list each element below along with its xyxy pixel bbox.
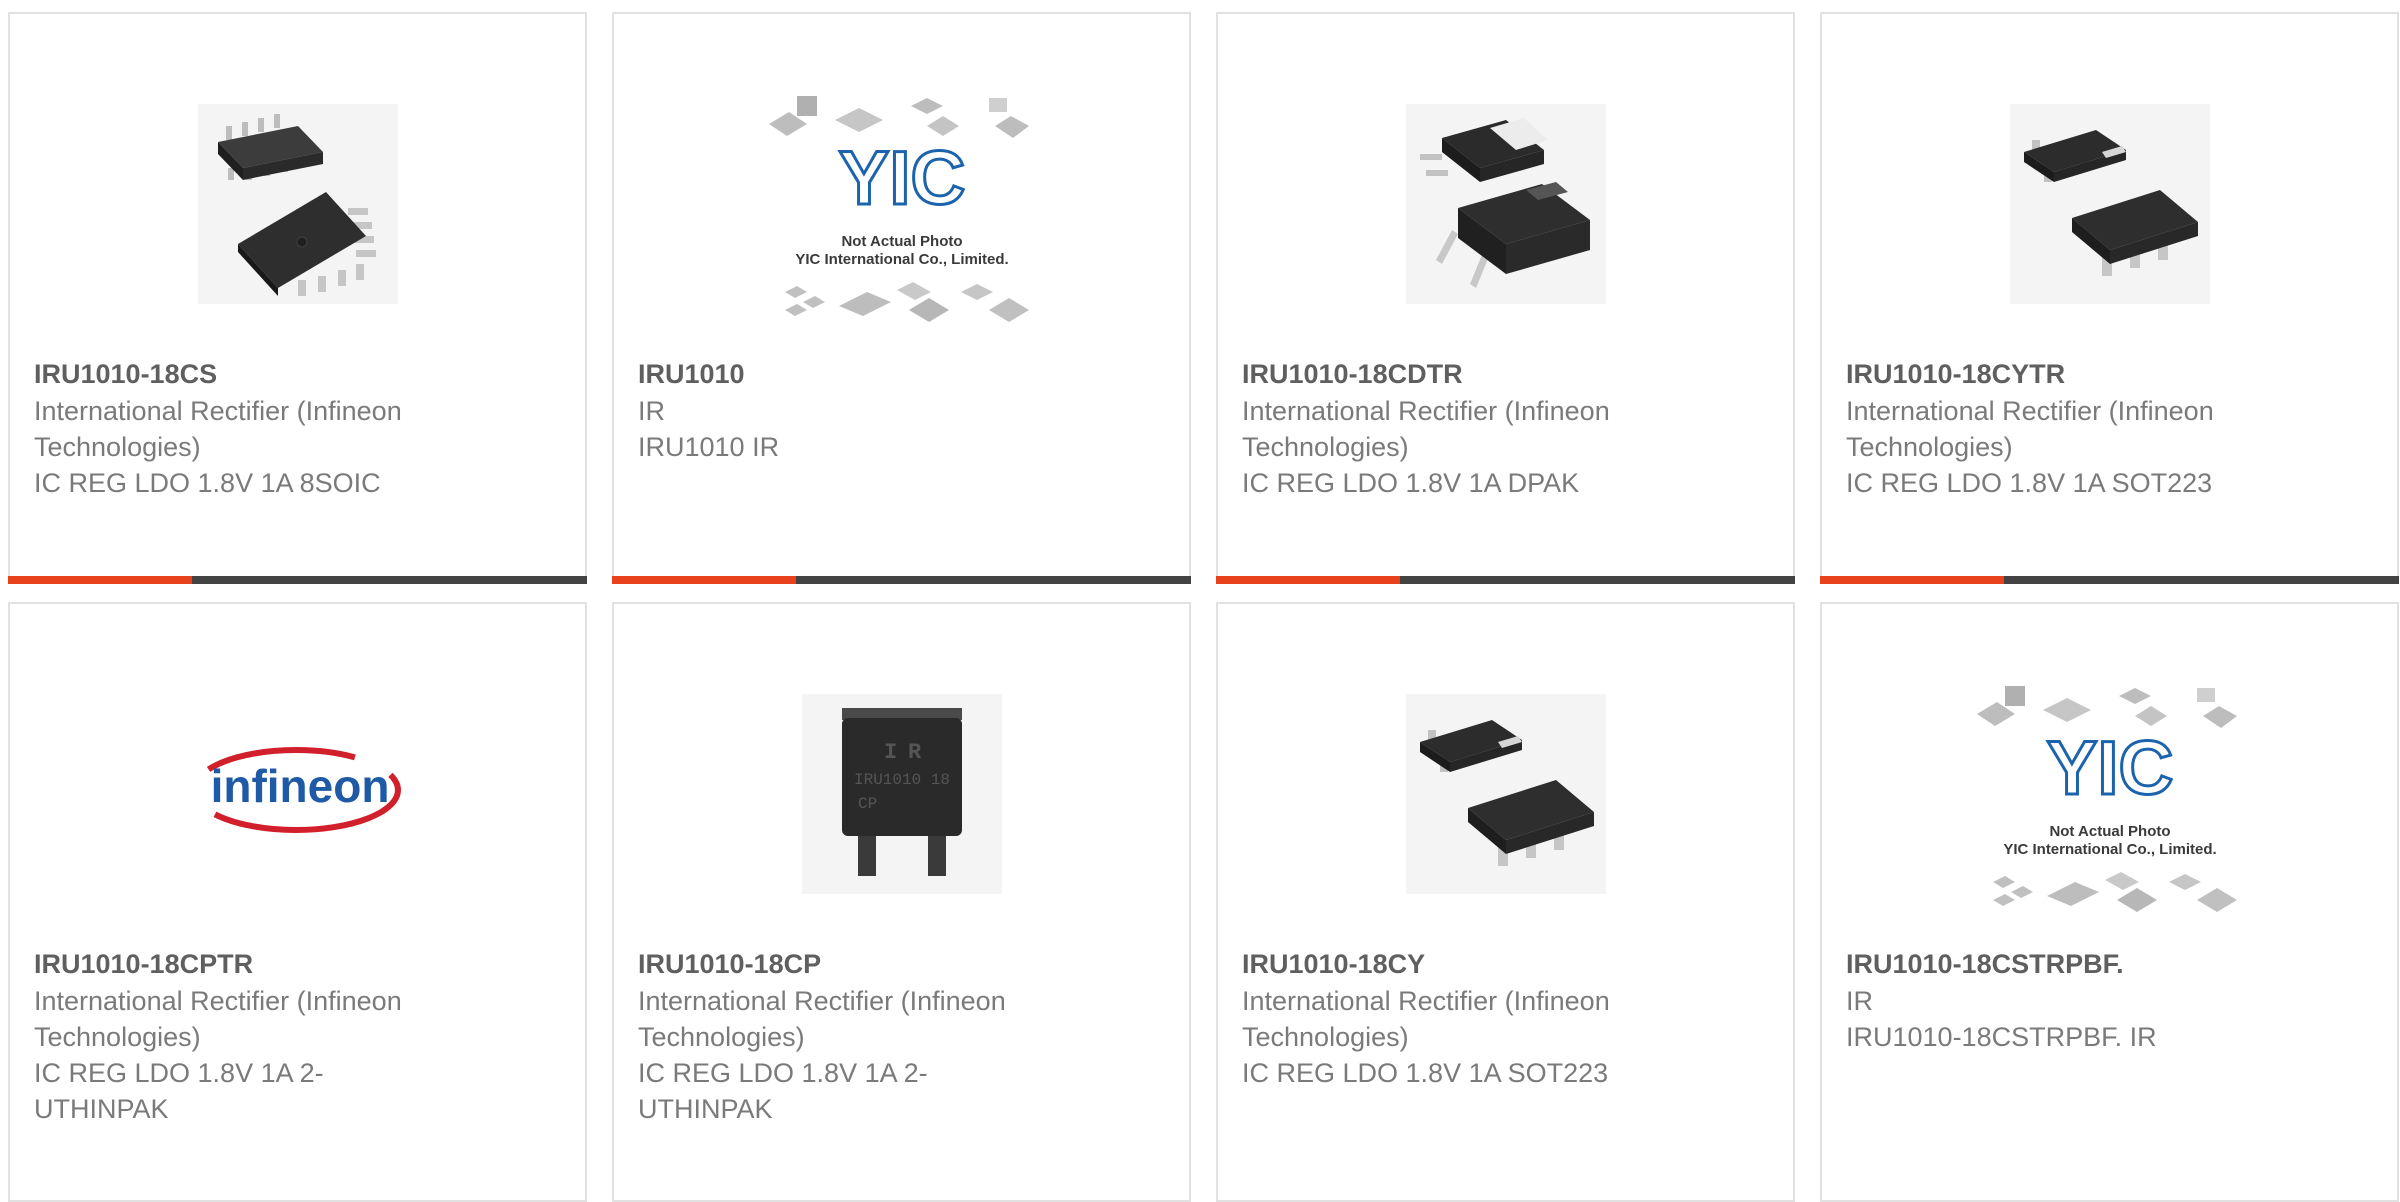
- product-image[interactable]: [10, 64, 585, 344]
- manufacturer-line-2: Technologies): [1242, 1022, 1409, 1052]
- product-image[interactable]: [1822, 64, 2397, 344]
- product-image[interactable]: I R IRU1010 18 CP: [614, 654, 1189, 934]
- product-image[interactable]: [1218, 64, 1793, 344]
- product-card[interactable]: IRU1010-18CY International Rectifier (In…: [1216, 602, 1795, 1202]
- description: IRU1010 IR: [638, 432, 780, 462]
- description: IC REG LDO 1.8V 1A 2-: [638, 1058, 928, 1088]
- product-image[interactable]: YIC Not Actual Photo YIC International C…: [614, 64, 1189, 344]
- product-card[interactable]: I R IRU1010 18 CP IRU1010-18CP Internati…: [612, 602, 1191, 1202]
- product-image[interactable]: infineon: [10, 654, 585, 934]
- part-number[interactable]: IRU1010-18CP: [638, 946, 1165, 983]
- chip-marking-i: I: [884, 740, 897, 765]
- chip-marking-r: R: [908, 740, 922, 765]
- manufacturer-line-1: International Rectifier (Infineon: [1242, 396, 1610, 426]
- infineon-logo-text: infineon: [210, 760, 389, 812]
- manufacturer-line-1: International Rectifier (Infineon: [1846, 396, 2214, 426]
- description: IC REG LDO 1.8V 1A DPAK: [1242, 468, 1580, 498]
- description-continued: UTHINPAK: [638, 1094, 773, 1124]
- not-actual-photo-caption: Not Actual Photo: [2049, 823, 2170, 840]
- card-bar: [1820, 576, 2399, 584]
- product-card[interactable]: YIC Not Actual Photo YIC International C…: [612, 12, 1191, 584]
- manufacturer-line-2: Technologies): [34, 432, 201, 462]
- part-number[interactable]: IRU1010-18CDTR: [1242, 356, 1769, 393]
- manufacturer-line-2: Technologies): [1846, 432, 2013, 462]
- card-bar-accent: [1216, 576, 1400, 584]
- yic-brand-mark: YIC: [838, 136, 965, 221]
- manufacturer-line-1: International Rectifier (Infineon: [34, 396, 402, 426]
- card-bar-accent: [8, 576, 192, 584]
- part-number[interactable]: IRU1010-18CSTRPBF.: [1846, 946, 2373, 983]
- part-number[interactable]: IRU1010-18CS: [34, 356, 561, 393]
- part-number[interactable]: IRU1010-18CPTR: [34, 946, 561, 983]
- manufacturer-line-1: International Rectifier (Infineon: [1242, 986, 1610, 1016]
- product-card[interactable]: IRU1010-18CS International Rectifier (In…: [8, 12, 587, 584]
- chip-marking-part: IRU1010 18: [853, 771, 949, 789]
- description: IC REG LDO 1.8V 1A SOT223: [1242, 1058, 1609, 1088]
- card-bar-accent: [1820, 576, 2004, 584]
- card-bar: [612, 576, 1191, 584]
- card-bar: [8, 576, 587, 584]
- product-card[interactable]: IRU1010-18CYTR International Rectifier (…: [1820, 12, 2399, 584]
- description: IRU1010-18CSTRPBF. IR: [1846, 1022, 2157, 1052]
- yic-brand-mark: YIC: [2046, 726, 2173, 811]
- manufacturer-line-1: IR: [638, 396, 665, 426]
- part-number[interactable]: IRU1010: [638, 356, 1165, 393]
- part-number[interactable]: IRU1010-18CY: [1242, 946, 1769, 983]
- manufacturer-line-1: International Rectifier (Infineon: [638, 986, 1006, 1016]
- product-image[interactable]: YIC Not Actual Photo YIC International C…: [1822, 654, 2397, 934]
- manufacturer-line-2: Technologies): [638, 1022, 805, 1052]
- product-image[interactable]: [1218, 654, 1793, 934]
- part-number[interactable]: IRU1010-18CYTR: [1846, 356, 2373, 393]
- description-continued: UTHINPAK: [34, 1094, 169, 1124]
- not-actual-photo-caption: Not Actual Photo: [841, 233, 962, 250]
- yic-company-caption: YIC International Co., Limited.: [2003, 841, 2216, 858]
- manufacturer-line-2: Technologies): [34, 1022, 201, 1052]
- card-bar: [1216, 576, 1795, 584]
- chip-marking-suffix: CP: [858, 795, 877, 813]
- description: IC REG LDO 1.8V 1A SOT223: [1846, 468, 2213, 498]
- manufacturer-line-1: IR: [1846, 986, 1873, 1016]
- manufacturer-line-2: Technologies): [1242, 432, 1409, 462]
- card-bar-accent: [612, 576, 796, 584]
- product-card[interactable]: YIC Not Actual Photo YIC International C…: [1820, 602, 2399, 1202]
- product-card[interactable]: IRU1010-18CDTR International Rectifier (…: [1216, 12, 1795, 584]
- manufacturer-line-1: International Rectifier (Infineon: [34, 986, 402, 1016]
- yic-company-caption: YIC International Co., Limited.: [795, 251, 1008, 268]
- product-card[interactable]: infineon IRU1010-18CPTR International Re…: [8, 602, 587, 1202]
- description: IC REG LDO 1.8V 1A 8SOIC: [34, 468, 381, 498]
- description: IC REG LDO 1.8V 1A 2-: [34, 1058, 324, 1088]
